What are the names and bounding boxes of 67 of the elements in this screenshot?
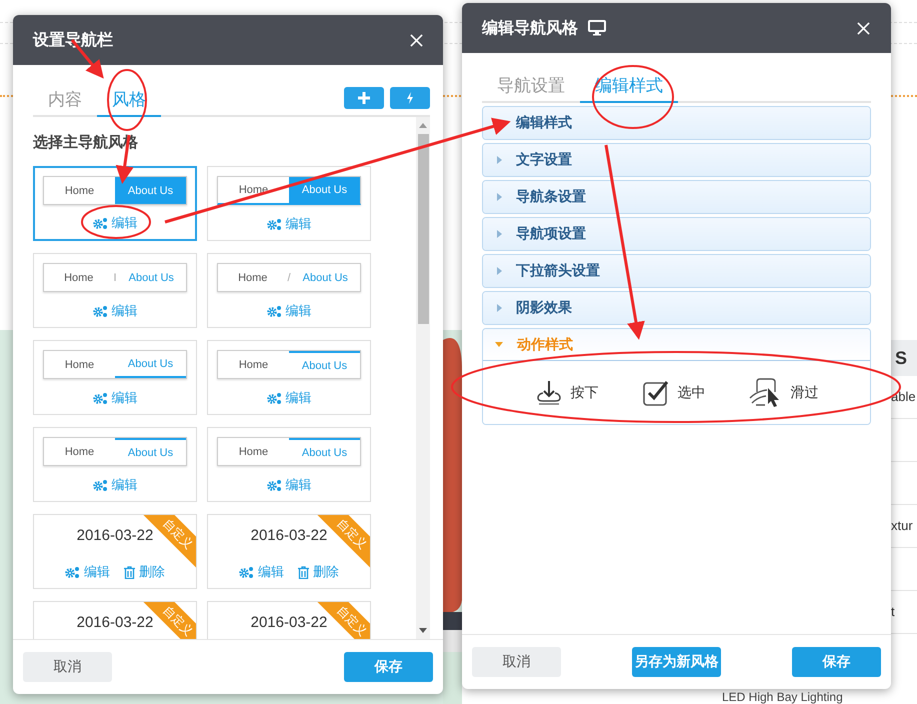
- style-card[interactable]: Home About Us 编辑: [207, 340, 371, 415]
- style-card[interactable]: Home I About Us 编辑: [33, 253, 197, 328]
- action-option[interactable]: 滑过: [748, 378, 818, 408]
- highlight-ellipse: [81, 205, 151, 239]
- table-cell: xtur: [891, 518, 913, 533]
- style-date: 2016-03-22: [76, 527, 154, 544]
- table-header: S: [891, 340, 917, 376]
- quick-button[interactable]: [390, 87, 430, 109]
- style-card[interactable]: Home About Us 编辑: [207, 427, 371, 502]
- action-option[interactable]: 选中: [642, 378, 706, 406]
- scroll-down-icon[interactable]: [419, 628, 427, 633]
- style-card[interactable]: Home About Us 编辑: [33, 340, 197, 415]
- action-option[interactable]: 按下: [534, 378, 598, 406]
- close-icon[interactable]: [410, 34, 423, 46]
- gears-icon: [266, 218, 282, 230]
- press-down-icon: [534, 378, 562, 406]
- accordion-header[interactable]: 文字设置: [483, 144, 870, 176]
- cancel-button[interactable]: 取消: [23, 652, 112, 682]
- style-card[interactable]: Home About Us 编辑: [33, 166, 197, 241]
- lightning-icon: [406, 92, 414, 104]
- scroll-up-icon[interactable]: [419, 123, 427, 128]
- nav-preview: Home About Us: [43, 350, 187, 379]
- highlight-ellipse: [107, 69, 147, 131]
- gears-icon: [266, 304, 282, 318]
- nav-preview: Home About Us: [43, 176, 187, 205]
- accordion-header[interactable]: 导航项设置: [483, 218, 870, 250]
- nav-preview: Home About Us: [43, 437, 187, 466]
- add-button[interactable]: [344, 87, 384, 109]
- close-icon[interactable]: [857, 22, 870, 34]
- gears-icon: [92, 216, 108, 230]
- accordion-header[interactable]: 导航条设置: [483, 181, 870, 213]
- style-card[interactable]: Home / About Us 编辑: [207, 253, 371, 328]
- gears-icon: [65, 566, 80, 578]
- scrollbar[interactable]: [416, 117, 430, 639]
- style-card[interactable]: Home About Us 编辑: [33, 427, 197, 502]
- caret-right-icon: [497, 304, 502, 312]
- gears-icon: [92, 478, 108, 492]
- style-date: 2016-03-22: [76, 614, 154, 631]
- cancel-button[interactable]: 取消: [472, 647, 561, 677]
- nav-preview: Home I About Us: [43, 263, 187, 292]
- trash-icon: [298, 566, 309, 578]
- dialog-title: 编辑导航风格: [482, 18, 578, 38]
- accordion-header[interactable]: 阴影效果: [483, 292, 870, 324]
- trash-icon: [124, 566, 135, 578]
- caret-right-icon: [497, 230, 502, 238]
- nav-preview: Home / About Us: [217, 263, 361, 292]
- nav-preview: Home About Us: [217, 350, 361, 379]
- gears-icon: [92, 392, 108, 404]
- gears-icon: [239, 566, 254, 578]
- table-cell: able: [891, 389, 916, 404]
- caret-right-icon: [497, 267, 502, 275]
- style-date: 2016-03-22: [250, 527, 328, 544]
- nav-preview: Home About Us: [217, 437, 361, 466]
- accordion-header[interactable]: 下拉箭头设置: [483, 255, 870, 287]
- caret-right-icon: [497, 193, 502, 201]
- product-link[interactable]: LED High Bay Lighting: [722, 690, 843, 704]
- table-cell: t: [891, 604, 895, 619]
- gears-icon: [266, 478, 282, 492]
- caret-right-icon: [497, 156, 502, 164]
- monitor-icon: [588, 20, 606, 36]
- checkbox-icon: [642, 378, 670, 406]
- style-date: 2016-03-22: [250, 614, 328, 631]
- gears-icon: [266, 392, 282, 404]
- gears-icon: [92, 304, 108, 318]
- accordion-header[interactable]: 编辑样式: [483, 107, 870, 139]
- plus-icon: [358, 92, 370, 104]
- caret-down-icon: [495, 342, 503, 347]
